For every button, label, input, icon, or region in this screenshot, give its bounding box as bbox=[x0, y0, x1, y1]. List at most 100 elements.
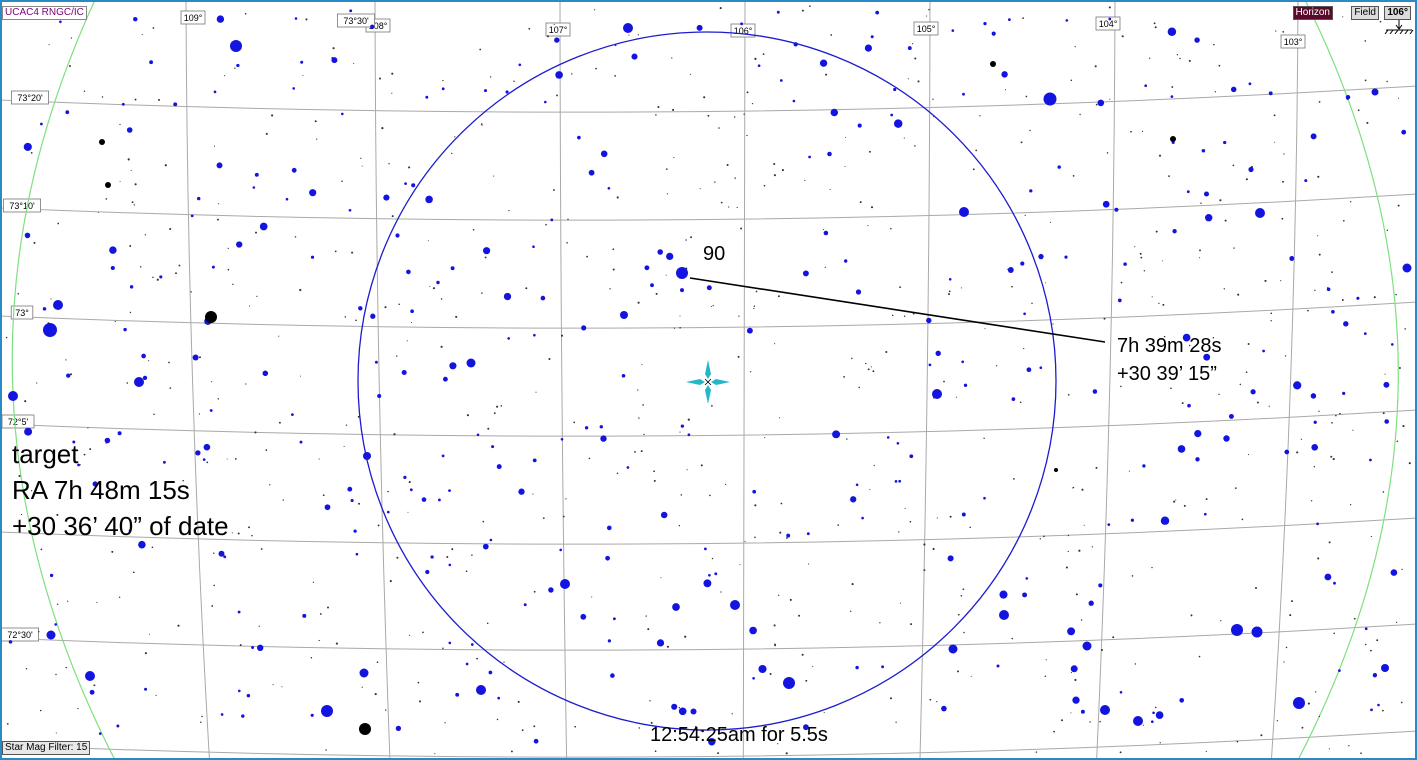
star bbox=[257, 644, 264, 651]
star bbox=[24, 232, 31, 239]
faint-star bbox=[957, 670, 959, 673]
star bbox=[1082, 641, 1092, 651]
faint-star bbox=[1205, 498, 1208, 501]
faint-star bbox=[717, 752, 720, 755]
faint-star bbox=[40, 548, 43, 551]
star bbox=[59, 20, 62, 24]
faint-star bbox=[1151, 296, 1153, 298]
faint-star bbox=[1339, 412, 1341, 415]
star bbox=[465, 662, 469, 666]
faint-star bbox=[1050, 221, 1052, 223]
faint-star bbox=[774, 644, 777, 647]
faint-star bbox=[963, 631, 965, 634]
star bbox=[999, 590, 1008, 599]
faint-star bbox=[983, 437, 985, 440]
faint-star bbox=[801, 9, 804, 12]
star bbox=[1384, 419, 1389, 424]
faint-star bbox=[466, 414, 469, 417]
faint-star bbox=[773, 162, 776, 166]
faint-star bbox=[567, 218, 569, 221]
faint-star bbox=[1233, 247, 1235, 249]
star bbox=[1331, 309, 1335, 314]
faint-star bbox=[1335, 414, 1337, 417]
faint-star bbox=[936, 517, 938, 519]
faint-star bbox=[1153, 22, 1156, 25]
faint-star bbox=[374, 693, 377, 696]
star bbox=[1401, 129, 1407, 135]
faint-star bbox=[699, 188, 701, 190]
star bbox=[476, 685, 486, 695]
faint-star bbox=[351, 251, 354, 254]
star bbox=[555, 71, 563, 79]
faint-star bbox=[251, 534, 253, 537]
star bbox=[218, 550, 225, 557]
star bbox=[254, 172, 259, 177]
star bbox=[491, 445, 495, 449]
star bbox=[425, 95, 429, 99]
horizon-button[interactable]: Horizon bbox=[1292, 6, 1333, 20]
star bbox=[411, 183, 416, 188]
star bbox=[1177, 445, 1186, 453]
star bbox=[1377, 703, 1380, 707]
faint-star bbox=[885, 350, 888, 354]
faint-star bbox=[169, 387, 172, 389]
faint-star bbox=[1024, 214, 1026, 216]
faint-star bbox=[1173, 500, 1176, 503]
faint-star bbox=[679, 326, 681, 329]
faint-star bbox=[513, 80, 515, 82]
faint-star bbox=[105, 198, 108, 200]
faint-star bbox=[641, 363, 643, 365]
faint-star bbox=[314, 120, 317, 123]
star bbox=[740, 22, 744, 26]
star bbox=[898, 479, 902, 483]
faint-star bbox=[213, 145, 216, 147]
star bbox=[730, 600, 740, 610]
star bbox=[776, 10, 780, 14]
star bbox=[819, 59, 828, 67]
faint-star bbox=[844, 165, 846, 168]
faint-star bbox=[858, 386, 861, 389]
faint-star bbox=[1281, 217, 1284, 220]
faint-star bbox=[127, 158, 130, 161]
star bbox=[85, 671, 95, 681]
star bbox=[299, 440, 303, 444]
star bbox=[1080, 709, 1085, 714]
star bbox=[1364, 627, 1368, 631]
faint-star bbox=[746, 91, 749, 94]
bright-star bbox=[990, 61, 996, 67]
catalog-tag[interactable]: UCAC4 RNGC/IC bbox=[2, 6, 87, 20]
star bbox=[425, 195, 433, 204]
svg-text:107°: 107° bbox=[549, 25, 568, 35]
faint-star bbox=[432, 287, 435, 290]
faint-star bbox=[1318, 253, 1321, 256]
star bbox=[941, 705, 947, 712]
star bbox=[246, 693, 251, 698]
star-mag-filter[interactable]: Star Mag Filter: 15 bbox=[2, 741, 91, 755]
faint-star bbox=[593, 9, 596, 11]
faint-star bbox=[455, 315, 458, 318]
faint-star bbox=[1270, 312, 1273, 315]
faint-star bbox=[227, 247, 229, 249]
star bbox=[401, 369, 407, 376]
faint-star bbox=[451, 152, 453, 155]
faint-star bbox=[1175, 499, 1177, 501]
star bbox=[660, 511, 668, 519]
faint-star bbox=[408, 481, 411, 484]
faint-star bbox=[746, 134, 748, 137]
faint-star bbox=[318, 639, 320, 642]
star bbox=[554, 37, 560, 43]
faint-star bbox=[960, 287, 962, 289]
star bbox=[746, 327, 753, 334]
faint-star bbox=[198, 413, 201, 415]
faint-star bbox=[591, 596, 593, 598]
faint-star bbox=[37, 630, 40, 633]
star bbox=[1020, 261, 1025, 266]
field-button[interactable]: Field bbox=[1351, 6, 1379, 20]
star bbox=[241, 714, 245, 718]
faint-star bbox=[1396, 440, 1399, 443]
faint-star bbox=[785, 752, 788, 755]
faint-star bbox=[1072, 487, 1074, 489]
star bbox=[350, 498, 354, 503]
faint-star bbox=[647, 628, 650, 631]
faint-star bbox=[1155, 230, 1158, 233]
